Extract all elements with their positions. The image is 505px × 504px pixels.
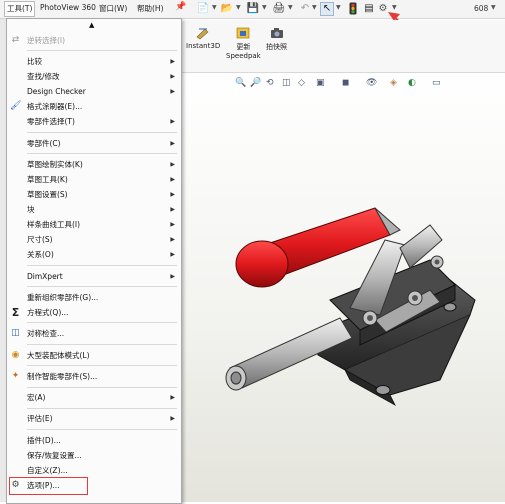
dynamic-annotation-icon[interactable]: ◇ <box>298 78 305 88</box>
menu-item-smart-components[interactable]: ✦ 制作智能零部件(S)... <box>7 370 181 383</box>
previous-view-icon[interactable]: ⟲ <box>266 78 274 88</box>
submenu-arrow-icon: ▶ <box>170 221 175 228</box>
menu-item-large-assembly-mode[interactable]: ◉ 大型装配体模式(L) <box>7 349 181 362</box>
menu-separator <box>27 322 177 323</box>
menu-item-reorganize-components[interactable]: 重新组织零部件(G)... <box>7 291 181 304</box>
submenu-arrow-icon: ▶ <box>170 394 175 401</box>
submenu-arrow-icon: ▶ <box>170 73 175 80</box>
submenu-arrow-icon: ▶ <box>170 415 175 422</box>
submenu-arrow-icon: ▶ <box>170 206 175 213</box>
format-painter-icon: 🖌 <box>10 101 22 111</box>
menu-separator <box>27 344 177 345</box>
camera-icon <box>270 28 283 38</box>
hide-show-icon[interactable]: 👁 <box>366 78 377 88</box>
menu-item-reverse-selection[interactable]: ⇄ 逆转选择(I) <box>7 34 181 47</box>
speedpak-label-line1: 更新 <box>236 43 251 51</box>
menu-separator <box>27 265 177 266</box>
menu-item-component[interactable]: 零部件(C) ▶ <box>7 137 181 150</box>
zoom-to-fit-icon[interactable]: 🔍 <box>235 78 246 88</box>
menu-separator <box>27 365 177 366</box>
menu-item-dimensions[interactable]: 尺寸(S) ▶ <box>7 233 181 246</box>
zoom-area-icon[interactable]: 🔎 <box>250 78 261 88</box>
menu-item-spline-tools[interactable]: 样条曲线工具(I) ▶ <box>7 218 181 231</box>
speedpak-icon <box>237 27 250 39</box>
menu-item-design-checker[interactable]: Design Checker ▶ <box>7 85 181 98</box>
submenu-arrow-icon: ▶ <box>170 191 175 198</box>
menu-separator <box>27 153 177 154</box>
submenu-arrow-icon: ▶ <box>170 140 175 147</box>
instant3d-label: Instant3D <box>186 42 221 50</box>
snapshot-label: 拍快照 <box>266 43 287 51</box>
tools-dropdown-menu: ▲ ⇄ 逆转选择(I) 比较 ▶ 查找/修改 ▶ Design Checker … <box>6 18 182 504</box>
view-orientation-icon[interactable]: ▣ <box>316 78 325 88</box>
menu-item-sketch-entities[interactable]: 草图绘制实体(K) ▶ <box>7 158 181 171</box>
menu-item-evaluate[interactable]: 评估(E) ▶ <box>7 412 181 425</box>
menu-item-sketch-settings[interactable]: 草图设置(S) ▶ <box>7 188 181 201</box>
section-view-icon[interactable]: ◫ <box>282 78 291 88</box>
submenu-arrow-icon: ▶ <box>170 88 175 95</box>
menu-separator <box>27 50 177 51</box>
reverse-select-icon: ⇄ <box>11 35 20 45</box>
submenu-arrow-icon: ▶ <box>170 118 175 125</box>
menu-item-macro[interactable]: 宏(A) ▶ <box>7 391 181 404</box>
menu-item-compare[interactable]: 比较 ▶ <box>7 55 181 68</box>
menu-separator <box>27 132 177 133</box>
menu-item-blocks[interactable]: 块 ▶ <box>7 203 181 216</box>
sigma-icon: Σ <box>11 306 20 319</box>
submenu-arrow-icon: ▶ <box>170 251 175 258</box>
instant3d-button[interactable]: Instant3D <box>186 26 220 50</box>
menu-separator <box>27 286 177 287</box>
menu-separator <box>27 429 177 430</box>
submenu-arrow-icon: ▶ <box>170 236 175 243</box>
scene-icon[interactable]: ◐ <box>408 78 416 88</box>
scroll-up-icon[interactable]: ▲ <box>89 21 94 29</box>
menu-separator <box>27 408 177 409</box>
speedpak-label-line2: Speedpak <box>226 52 261 60</box>
submenu-arrow-icon: ▶ <box>170 58 175 65</box>
menu-item-relations[interactable]: 关系(O) ▶ <box>7 248 181 261</box>
menu-item-format-painter[interactable]: 🖌 格式涂刷器(E)... <box>7 100 181 113</box>
menu-item-find-modify[interactable]: 查找/修改 ▶ <box>7 70 181 83</box>
menu-item-symmetry-check[interactable]: ◫ 对称检查... <box>7 327 181 340</box>
menu-item-component-selection[interactable]: 零部件选择(T) ▶ <box>7 115 181 128</box>
menu-item-sketch-tools[interactable]: 草图工具(K) ▶ <box>7 173 181 186</box>
menu-item-customize[interactable]: 自定义(Z)... <box>7 464 181 477</box>
update-speedpak-button[interactable]: 更新 Speedpak <box>226 26 261 60</box>
menu-item-equations[interactable]: Σ 方程式(Q)... <box>7 306 181 319</box>
submenu-arrow-icon: ▶ <box>170 273 175 280</box>
instant3d-icon <box>196 28 209 40</box>
display-style-icon[interactable]: ◼ <box>342 78 349 88</box>
view-settings-icon[interactable]: ▭ <box>432 78 441 88</box>
symmetry-check-icon: ◫ <box>11 328 20 338</box>
clamp-3d-model[interactable] <box>200 190 500 425</box>
smart-component-icon: ✦ <box>11 371 20 381</box>
menu-item-dimxpert[interactable]: DimXpert ▶ <box>7 270 181 283</box>
large-assembly-icon: ◉ <box>11 350 20 360</box>
command-manager: Instant3D 更新 Speedpak 拍快照 <box>180 20 505 73</box>
edit-appearance-icon[interactable]: ◈ <box>390 78 397 88</box>
menu-separator <box>27 387 177 388</box>
menu-item-save-restore-settings[interactable]: 保存/恢复设置... <box>7 449 181 462</box>
snapshot-button[interactable]: 拍快照 <box>266 26 287 52</box>
submenu-arrow-icon: ▶ <box>170 176 175 183</box>
menu-item-add-ins[interactable]: 插件(D)... <box>7 434 181 447</box>
submenu-arrow-icon: ▶ <box>170 161 175 168</box>
options-highlight-box <box>9 477 88 495</box>
